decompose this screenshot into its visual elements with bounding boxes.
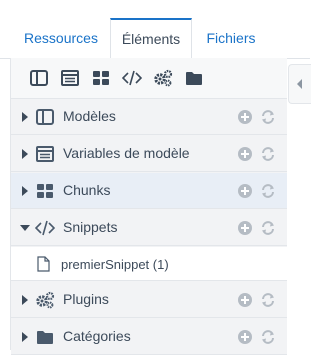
snippet-icon [122,70,142,86]
file-icon [37,256,50,272]
tree-node-label: Modèles [63,108,116,124]
elements-toolbar [11,58,287,99]
caret-right-icon[interactable] [22,295,28,305]
add-icon[interactable] [237,109,253,125]
tab-ressources[interactable]: Ressources [16,18,106,58]
chunk-icon [35,182,55,200]
tree-node-templates[interactable]: Modèles [11,99,287,135]
new-plugin-button[interactable] [153,68,173,88]
elements-panel: Modèles Variables de modèle Chunks Snipp… [10,58,287,355]
template-icon [35,108,55,126]
caret-right-icon[interactable] [22,112,28,122]
tree-node-label: Catégories [63,328,131,344]
tree-node-label: Variables de modèle [63,145,190,161]
collapse-panel-handle[interactable] [288,64,311,104]
refresh-icon[interactable] [260,329,276,345]
refresh-icon[interactable] [260,220,276,236]
tree-node-template-variables[interactable]: Variables de modèle [11,136,287,172]
chevron-left-icon [297,79,302,89]
tree-node-plugins[interactable]: Plugins [11,282,287,318]
template-icon [30,70,48,86]
tree-node-label: Chunks [63,182,111,198]
add-icon[interactable] [237,183,253,199]
add-icon[interactable] [237,146,253,162]
new-chunk-button[interactable] [91,68,111,88]
chunk-icon [93,71,109,85]
tree-node-chunks[interactable]: Chunks [11,173,287,209]
new-category-button[interactable] [184,68,204,88]
tree-leaf-snippet[interactable]: premierSnippet (1) [11,247,287,281]
tv-icon [61,70,79,86]
caret-down-icon[interactable] [20,225,30,231]
tree-node-label: Plugins [63,291,109,307]
refresh-icon[interactable] [260,292,276,308]
add-icon[interactable] [237,220,253,236]
tree-leaf-label: premierSnippet (1) [61,257,169,272]
plugin-icon [35,291,55,309]
caret-right-icon[interactable] [22,186,28,196]
folder-icon [186,72,202,85]
tree-node-label: Snippets [63,219,118,235]
folder-icon [35,328,55,346]
refresh-icon[interactable] [260,146,276,162]
new-snippet-button[interactable] [122,68,142,88]
new-template-button[interactable] [29,68,49,88]
refresh-icon[interactable] [260,183,276,199]
caret-right-icon[interactable] [22,332,28,342]
tab-fichiers[interactable]: Fichiers [196,18,266,58]
plugin-icon [154,69,173,87]
tree-node-snippets[interactable]: Snippets [11,210,287,246]
tab-bar: Ressources Éléments Fichiers [0,0,310,59]
new-tv-button[interactable] [60,68,80,88]
tv-icon [35,145,55,163]
snippet-icon [35,219,55,237]
add-icon[interactable] [237,329,253,345]
refresh-icon[interactable] [260,109,276,125]
caret-right-icon[interactable] [22,149,28,159]
tab-elements[interactable]: Éléments [110,18,192,59]
add-icon[interactable] [237,292,253,308]
